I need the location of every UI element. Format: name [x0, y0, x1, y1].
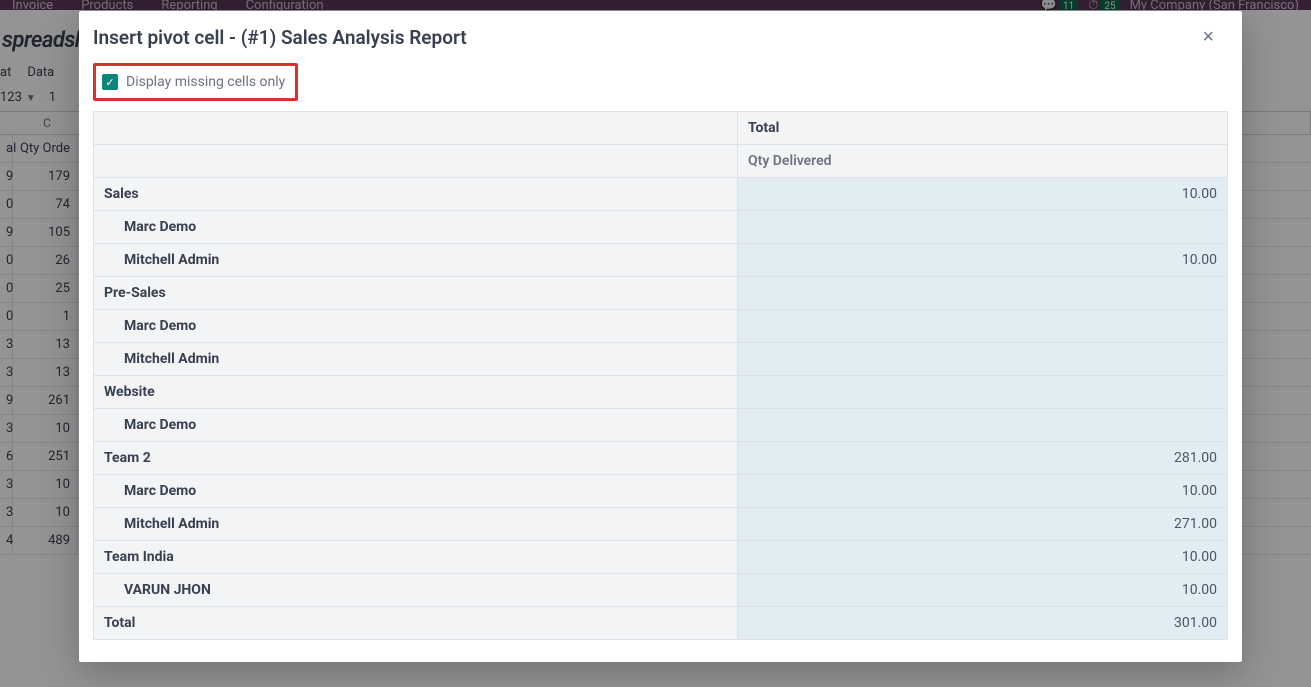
- pivot-row-value[interactable]: [738, 376, 1227, 408]
- pivot-row-value[interactable]: 10.00: [738, 475, 1227, 507]
- pivot-table: Total Qty Delivered Sales10.00 Marc Demo…: [93, 111, 1228, 640]
- pivot-row-value[interactable]: [738, 277, 1227, 309]
- pivot-row-mitchell-admin[interactable]: Mitchell Admin: [94, 343, 1227, 376]
- pivot-row-sales[interactable]: Sales10.00: [94, 178, 1227, 211]
- pivot-row-website[interactable]: Website: [94, 376, 1227, 409]
- dialog-title: Insert pivot cell - (#1) Sales Analysis …: [93, 26, 467, 49]
- pivot-row-total[interactable]: Total301.00: [94, 607, 1227, 639]
- pivot-row-marc-demo[interactable]: Marc Demo: [94, 211, 1227, 244]
- pivot-row-value[interactable]: 10.00: [738, 574, 1227, 606]
- pivot-row-value[interactable]: [738, 310, 1227, 342]
- pivot-header-row: Total: [94, 112, 1227, 145]
- pivot-measure-empty: [94, 145, 738, 177]
- pivot-row-value[interactable]: 281.00: [738, 442, 1227, 474]
- pivot-row-label: Marc Demo: [94, 409, 738, 441]
- dialog-header: Insert pivot cell - (#1) Sales Analysis …: [79, 11, 1242, 63]
- pivot-row-label: Marc Demo: [94, 310, 738, 342]
- pivot-row-team-india[interactable]: Team India10.00: [94, 541, 1227, 574]
- pivot-row-label: VARUN JHON: [94, 574, 738, 606]
- pivot-total-label: Total: [94, 607, 738, 639]
- pivot-row-label: Marc Demo: [94, 211, 738, 243]
- pivot-row-label: Pre-Sales: [94, 277, 738, 309]
- pivot-row-mitchell-admin[interactable]: Mitchell Admin271.00: [94, 508, 1227, 541]
- pivot-total-value[interactable]: 301.00: [738, 607, 1227, 639]
- pivot-measure-row: Qty Delivered: [94, 145, 1227, 178]
- dialog-body: ✓ Display missing cells only Total Qty D…: [79, 63, 1242, 662]
- pivot-header-total[interactable]: Total: [738, 112, 1227, 144]
- pivot-row-label: Marc Demo: [94, 475, 738, 507]
- pivot-row-label: Mitchell Admin: [94, 343, 738, 375]
- checkbox-label: Display missing cells only: [126, 74, 285, 90]
- pivot-row-presales[interactable]: Pre-Sales: [94, 277, 1227, 310]
- pivot-row-label: Mitchell Admin: [94, 244, 738, 276]
- pivot-row-label: Sales: [94, 178, 738, 210]
- pivot-row-value[interactable]: 10.00: [738, 244, 1227, 276]
- pivot-row-label: Team India: [94, 541, 738, 573]
- pivot-row-varun-jhon[interactable]: VARUN JHON10.00: [94, 574, 1227, 607]
- pivot-row-marc-demo[interactable]: Marc Demo10.00: [94, 475, 1227, 508]
- pivot-row-label: Website: [94, 376, 738, 408]
- insert-pivot-cell-dialog: Insert pivot cell - (#1) Sales Analysis …: [79, 11, 1242, 662]
- pivot-row-value[interactable]: 271.00: [738, 508, 1227, 540]
- display-missing-cells-checkbox[interactable]: ✓ Display missing cells only: [93, 63, 298, 101]
- pivot-header-empty: [94, 112, 738, 144]
- close-button[interactable]: ×: [1196, 25, 1220, 49]
- pivot-row-mitchell-admin[interactable]: Mitchell Admin10.00: [94, 244, 1227, 277]
- pivot-row-marc-demo[interactable]: Marc Demo: [94, 310, 1227, 343]
- pivot-row-team2[interactable]: Team 2281.00: [94, 442, 1227, 475]
- pivot-row-label: Mitchell Admin: [94, 508, 738, 540]
- pivot-row-label: Team 2: [94, 442, 738, 474]
- pivot-row-marc-demo[interactable]: Marc Demo: [94, 409, 1227, 442]
- pivot-measure-label[interactable]: Qty Delivered: [738, 145, 1227, 177]
- checkbox-checked-icon: ✓: [102, 74, 118, 90]
- pivot-row-value[interactable]: [738, 211, 1227, 243]
- pivot-row-value[interactable]: [738, 343, 1227, 375]
- pivot-row-value[interactable]: 10.00: [738, 178, 1227, 210]
- pivot-row-value[interactable]: 10.00: [738, 541, 1227, 573]
- pivot-row-value[interactable]: [738, 409, 1227, 441]
